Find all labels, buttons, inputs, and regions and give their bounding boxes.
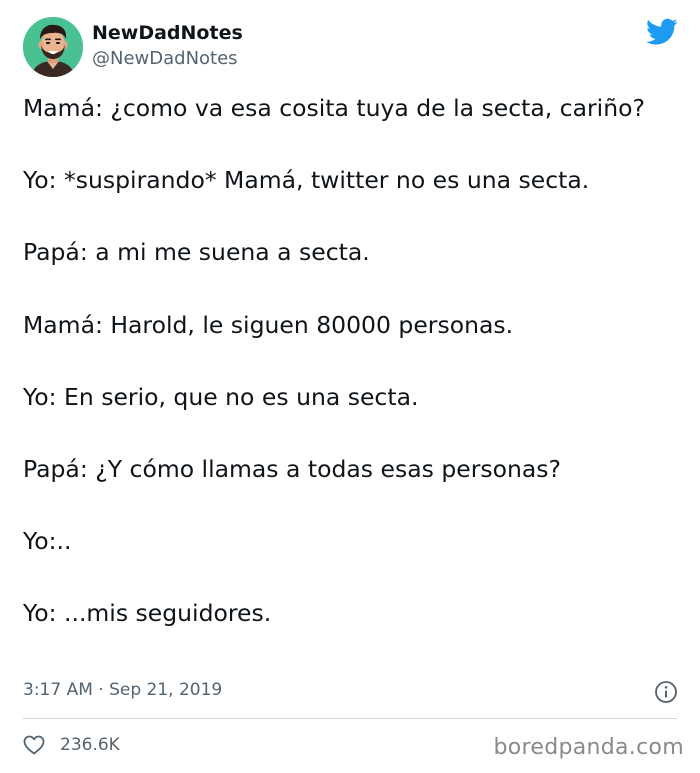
tweet-line: Yo: *suspirando* Mamá, twitter no es una… — [23, 166, 590, 195]
tweet-line: Mamá: ¿como va esa cosita tuya de la sec… — [23, 94, 645, 122]
avatar[interactable] — [23, 17, 83, 77]
like-button[interactable]: 236.6K — [22, 733, 120, 757]
tweet-line: Yo: En serio, que no es una secta. — [23, 382, 419, 411]
tweet-text: Mamá: ¿como va esa cosita tuya de la sec… — [23, 88, 683, 666]
tweet-timestamp[interactable]: 3:17 AM · Sep 21, 2019 — [23, 680, 222, 700]
avatar-illustration — [23, 17, 83, 77]
tweet-line: Yo: ...mis seguidores. — [23, 599, 272, 628]
divider — [23, 718, 677, 719]
twitter-bird-icon[interactable] — [646, 18, 678, 46]
info-icon[interactable] — [654, 680, 678, 704]
tweet-line: Yo:.. — [23, 527, 72, 556]
tweet-card: NewDadNotes @NewDadNotes Mamá: ¿como va … — [0, 0, 700, 773]
like-count: 236.6K — [60, 735, 120, 755]
user-handle[interactable]: @NewDadNotes — [92, 48, 238, 69]
watermark: boredpanda.com — [493, 735, 684, 760]
tweet-line: Papá: ¿Y cómo llamas a todas esas person… — [23, 454, 561, 483]
tweet-line: Mamá: Harold, le siguen 80000 personas. — [23, 310, 514, 339]
heart-icon — [23, 735, 45, 755]
display-name[interactable]: NewDadNotes — [92, 22, 243, 44]
tweet-line: Papá: a mi me suena a secta. — [23, 238, 370, 267]
